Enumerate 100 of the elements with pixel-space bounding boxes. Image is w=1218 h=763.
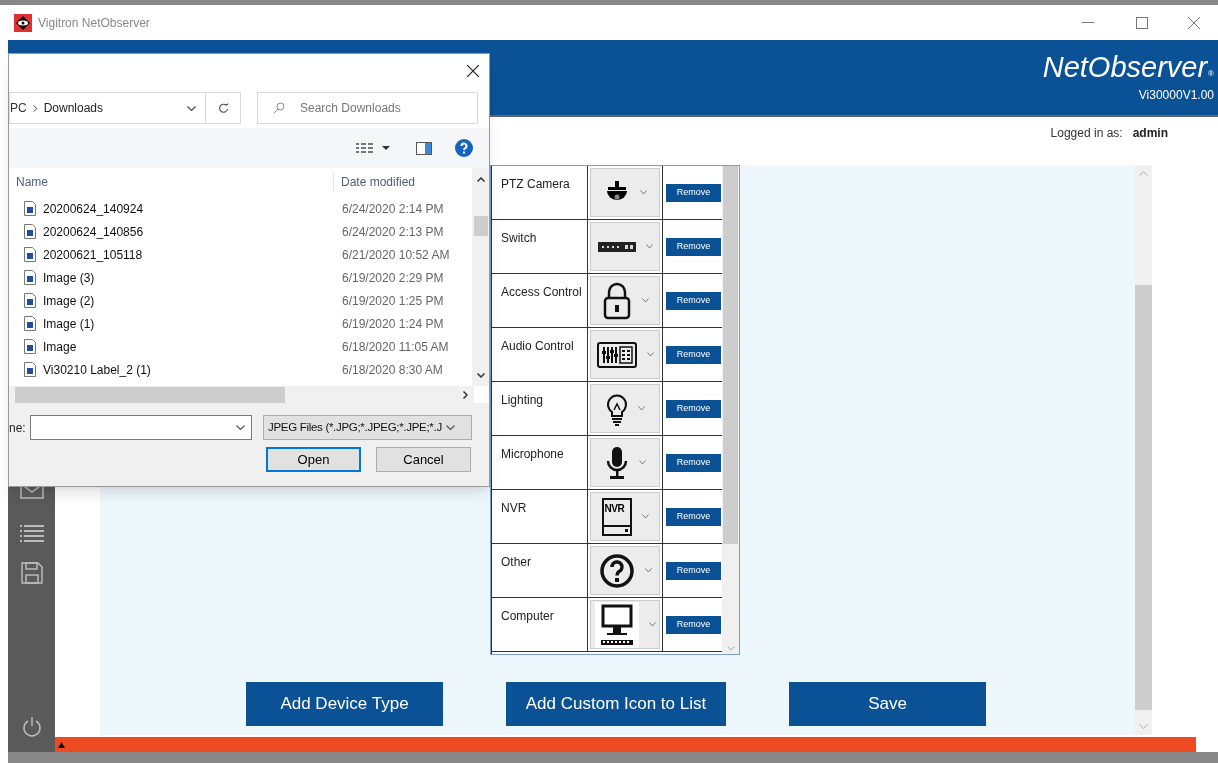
user-name: admin bbox=[1132, 125, 1168, 142]
file-date: 6/24/2020 2:13 PM bbox=[341, 223, 444, 241]
file-name[interactable]: Image (3) bbox=[43, 268, 95, 287]
app-logo-icon bbox=[14, 13, 32, 32]
chevron-down-icon bbox=[637, 406, 645, 411]
breadcrumb-item[interactable]: Downloads bbox=[43, 99, 104, 117]
image-file-icon bbox=[24, 270, 36, 285]
file-date: 6/24/2020 2:14 PM bbox=[341, 200, 444, 218]
icon-label: NVR bbox=[604, 503, 625, 514]
file-name[interactable]: 20200624_140856 bbox=[43, 222, 144, 241]
file-name-field[interactable] bbox=[30, 415, 252, 440]
chevron-down-icon bbox=[638, 460, 646, 465]
scrollbar-thumb[interactable] bbox=[473, 216, 488, 236]
refresh-icon bbox=[217, 102, 229, 114]
power-icon[interactable] bbox=[21, 716, 42, 738]
address-bar[interactable]: PC Downloads bbox=[9, 92, 206, 124]
device-type-name: Lighting bbox=[501, 393, 544, 407]
file-date: 6/19/2020 1:25 PM bbox=[341, 292, 444, 310]
triangle-icon bbox=[58, 741, 65, 748]
scrollbar-thumb[interactable] bbox=[15, 386, 285, 403]
mixer-icon bbox=[596, 341, 637, 368]
image-file-icon bbox=[24, 224, 36, 239]
icon-dropdown[interactable] bbox=[590, 276, 660, 325]
file-name[interactable]: Image (1) bbox=[43, 314, 95, 333]
preview-pane-icon[interactable] bbox=[416, 141, 432, 155]
icon-dropdown[interactable] bbox=[590, 222, 660, 271]
file-date: 6/19/2020 1:24 PM bbox=[341, 315, 444, 333]
image-file-icon bbox=[24, 339, 36, 354]
image-file-icon bbox=[24, 316, 36, 331]
image-file-icon bbox=[24, 247, 36, 262]
scrollbar-thumb[interactable] bbox=[1135, 285, 1152, 710]
file-date: 6/21/2020 10:52 AM bbox=[341, 246, 450, 264]
chevron-down-icon[interactable] bbox=[187, 105, 196, 111]
device-type-name: Microphone bbox=[501, 447, 564, 461]
scroll-right-icon[interactable] bbox=[463, 390, 468, 399]
file-name-label: ne: bbox=[9, 419, 27, 437]
remove-button[interactable]: Remove bbox=[666, 507, 721, 526]
column-header[interactable]: Date modified bbox=[334, 173, 416, 191]
icon-dropdown[interactable] bbox=[590, 438, 660, 487]
remove-button[interactable]: Remove bbox=[666, 561, 721, 580]
device-type-name: Audio Control bbox=[501, 339, 574, 353]
file-name[interactable]: Image (2) bbox=[43, 291, 95, 310]
list-icon[interactable] bbox=[19, 525, 44, 542]
scroll-down-icon[interactable] bbox=[476, 373, 485, 378]
help-icon[interactable] bbox=[455, 139, 473, 157]
file-date: 6/18/2020 11:05 AM bbox=[341, 338, 449, 356]
scroll-up-icon[interactable] bbox=[476, 177, 485, 182]
icon-dropdown[interactable] bbox=[590, 546, 660, 595]
chevron-down-icon bbox=[639, 190, 647, 195]
maximize-icon[interactable] bbox=[1136, 16, 1148, 29]
file-type-dropdown[interactable]: JPEG Files (*.JPG;*.JPEG;*.JPE;*.J bbox=[263, 415, 472, 440]
image-file-icon bbox=[24, 293, 36, 308]
version-label: Vi30000V1.00 bbox=[1138, 87, 1214, 104]
column-header[interactable]: Name bbox=[9, 173, 334, 191]
scrollbar-thumb[interactable] bbox=[723, 166, 738, 544]
file-name[interactable]: 20200621_105118 bbox=[43, 245, 143, 264]
remove-button[interactable]: Remove bbox=[666, 399, 721, 418]
chevron-down-icon bbox=[644, 568, 652, 573]
chevron-down-icon bbox=[648, 622, 656, 627]
chevron-down-icon bbox=[641, 514, 649, 519]
view-options-icon[interactable] bbox=[356, 143, 392, 153]
remove-button[interactable]: Remove bbox=[666, 453, 721, 472]
file-date: 6/18/2020 8:30 AM bbox=[341, 361, 443, 379]
icon-dropdown[interactable] bbox=[590, 168, 660, 217]
close-icon[interactable] bbox=[467, 65, 479, 77]
remove-button[interactable]: Remove bbox=[666, 183, 721, 202]
chevron-down-icon bbox=[646, 352, 654, 357]
device-type-name: Switch bbox=[501, 231, 537, 245]
chevron-down-icon bbox=[236, 425, 245, 430]
file-name[interactable]: Vi30210 Label_2 (1) bbox=[43, 360, 151, 379]
icon-dropdown[interactable]: NVR bbox=[590, 492, 660, 541]
image-file-icon bbox=[24, 201, 36, 216]
remove-button[interactable]: Remove bbox=[666, 345, 721, 364]
device-type-name: Access Control bbox=[501, 285, 582, 299]
search-icon bbox=[273, 102, 285, 114]
icon-dropdown[interactable] bbox=[590, 330, 660, 379]
chevron-down-icon bbox=[645, 244, 653, 249]
search-field[interactable]: Search Downloads bbox=[257, 92, 478, 124]
dialog-button[interactable]: Cancel bbox=[376, 447, 471, 472]
brand-name: NetObserver bbox=[1042, 53, 1208, 82]
microphone-icon bbox=[604, 445, 629, 480]
refresh-button[interactable] bbox=[206, 92, 241, 124]
computer-icon bbox=[594, 601, 639, 648]
file-name[interactable]: 20200624_140924 bbox=[43, 199, 144, 218]
breadcrumb-item[interactable]: PC bbox=[10, 99, 27, 117]
icon-dropdown[interactable] bbox=[590, 600, 660, 649]
remove-button[interactable]: Remove bbox=[666, 291, 721, 310]
remove-button[interactable]: Remove bbox=[666, 237, 721, 256]
icon-dropdown[interactable] bbox=[590, 384, 660, 433]
recorder-icon bbox=[601, 497, 632, 536]
file-name[interactable]: Image bbox=[43, 337, 77, 356]
remove-button[interactable]: Remove bbox=[666, 615, 721, 634]
minimize-icon[interactable] bbox=[1082, 21, 1094, 24]
padlock-icon bbox=[601, 281, 632, 320]
action-button[interactable]: Add Custom Icon to List bbox=[506, 682, 726, 726]
action-button[interactable]: Save bbox=[789, 682, 986, 726]
dialog-button[interactable]: Open bbox=[266, 447, 361, 472]
save-icon[interactable] bbox=[20, 562, 43, 584]
image-file-icon bbox=[24, 362, 36, 377]
action-button[interactable]: Add Device Type bbox=[246, 682, 443, 726]
